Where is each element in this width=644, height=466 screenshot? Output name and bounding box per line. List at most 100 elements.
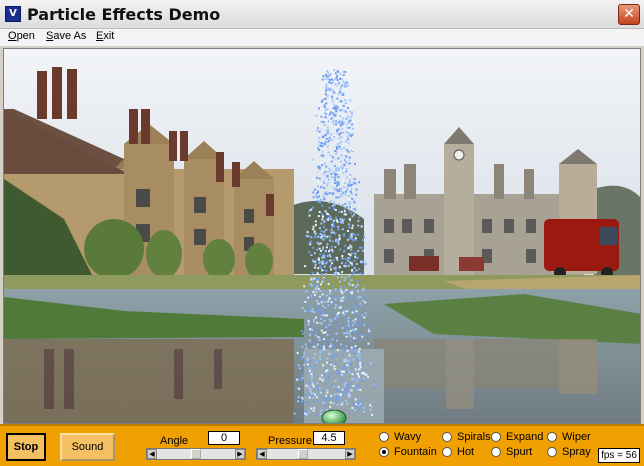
- angle-value[interactable]: 0: [208, 431, 240, 445]
- particle: [308, 251, 311, 254]
- particle: [369, 409, 372, 412]
- pressure-slider-thumb[interactable]: [298, 449, 308, 459]
- particle: [321, 379, 324, 382]
- particle: [323, 198, 326, 201]
- particle: [335, 109, 338, 112]
- particle: [321, 256, 324, 259]
- particle: [297, 396, 300, 399]
- particle: [319, 145, 322, 148]
- particle: [331, 100, 334, 103]
- particle: [339, 297, 342, 300]
- particle: [354, 237, 357, 240]
- particle: [338, 95, 341, 98]
- particle: [312, 291, 315, 294]
- particle: [341, 276, 343, 279]
- particle: [318, 166, 321, 169]
- particle: [364, 312, 367, 315]
- particle: [314, 334, 317, 337]
- particle: [329, 133, 332, 136]
- particle: [318, 278, 321, 281]
- pressure-right-arrow-icon[interactable]: ▶: [345, 449, 355, 459]
- particle: [325, 137, 328, 140]
- particle: [342, 74, 345, 76]
- particle: [356, 283, 359, 286]
- particle-scene[interactable]: [3, 48, 641, 424]
- particle: [296, 352, 299, 355]
- particle: [313, 323, 316, 326]
- angle-slider-thumb[interactable]: [191, 449, 201, 459]
- particle: [357, 388, 360, 391]
- close-button[interactable]: ✕: [618, 4, 640, 25]
- particle: [341, 228, 344, 231]
- particle: [343, 279, 346, 282]
- particle: [352, 330, 355, 333]
- particle: [335, 400, 338, 403]
- particle: [353, 259, 356, 262]
- particle: [349, 335, 352, 338]
- angle-slider[interactable]: ◀ ▶: [146, 448, 246, 460]
- particle: [344, 107, 347, 109]
- particle: [311, 284, 314, 287]
- particle: [347, 142, 350, 145]
- particle: [342, 93, 345, 96]
- particle: [298, 340, 301, 343]
- particle: [319, 297, 322, 300]
- stop-button[interactable]: Stop: [6, 433, 46, 461]
- angle-left-arrow-icon[interactable]: ◀: [147, 449, 157, 459]
- menu-exit[interactable]: Exit: [96, 30, 114, 42]
- particle: [337, 92, 340, 95]
- sound-toggle-button[interactable]: Sound OFF: [60, 433, 115, 466]
- pressure-slider[interactable]: ◀ ▶: [256, 448, 356, 460]
- particle: [337, 241, 340, 243]
- particle: [336, 404, 339, 407]
- particle: [337, 272, 340, 275]
- particle: [325, 102, 327, 105]
- angle-right-arrow-icon[interactable]: ▶: [235, 449, 245, 459]
- particle: [345, 158, 348, 161]
- menu-open[interactable]: Open: [8, 30, 35, 42]
- particle: [315, 248, 318, 251]
- particle: [348, 203, 351, 206]
- pressure-value[interactable]: 4.5: [313, 431, 345, 445]
- particle: [339, 89, 341, 92]
- particle: [343, 213, 346, 216]
- particle: [308, 241, 311, 244]
- fountain-nozzle[interactable]: [321, 409, 347, 424]
- particle: [303, 360, 306, 363]
- particle: [349, 116, 352, 119]
- particle: [301, 398, 304, 401]
- particle: [321, 212, 324, 215]
- particle: [321, 390, 324, 393]
- particle: [315, 413, 318, 416]
- particle: [335, 188, 338, 191]
- particle: [318, 211, 321, 213]
- particle: [329, 249, 332, 252]
- particle: [327, 71, 330, 74]
- particle: [357, 377, 360, 380]
- particle: [323, 162, 326, 165]
- particle: [337, 81, 340, 84]
- particle: [315, 316, 318, 319]
- particle: [357, 290, 359, 293]
- particle: [336, 396, 339, 398]
- effect-label: Wavy: [394, 431, 422, 443]
- particle: [356, 273, 359, 276]
- particle: [317, 284, 320, 287]
- particle: [357, 406, 359, 409]
- particle: [323, 159, 326, 162]
- particle: [359, 363, 362, 366]
- pressure-left-arrow-icon[interactable]: ◀: [257, 449, 267, 459]
- particle: [325, 273, 327, 276]
- particle: [316, 176, 318, 179]
- particle: [328, 318, 331, 321]
- particle: [332, 231, 335, 234]
- particle: [332, 354, 335, 357]
- menu-save-as[interactable]: Save As: [46, 30, 86, 42]
- particle: [338, 396, 341, 399]
- particle: [335, 76, 338, 79]
- particle: [335, 152, 338, 155]
- particle: [342, 104, 345, 107]
- particle: [344, 70, 347, 73]
- particle: [353, 266, 356, 269]
- particle: [315, 361, 318, 363]
